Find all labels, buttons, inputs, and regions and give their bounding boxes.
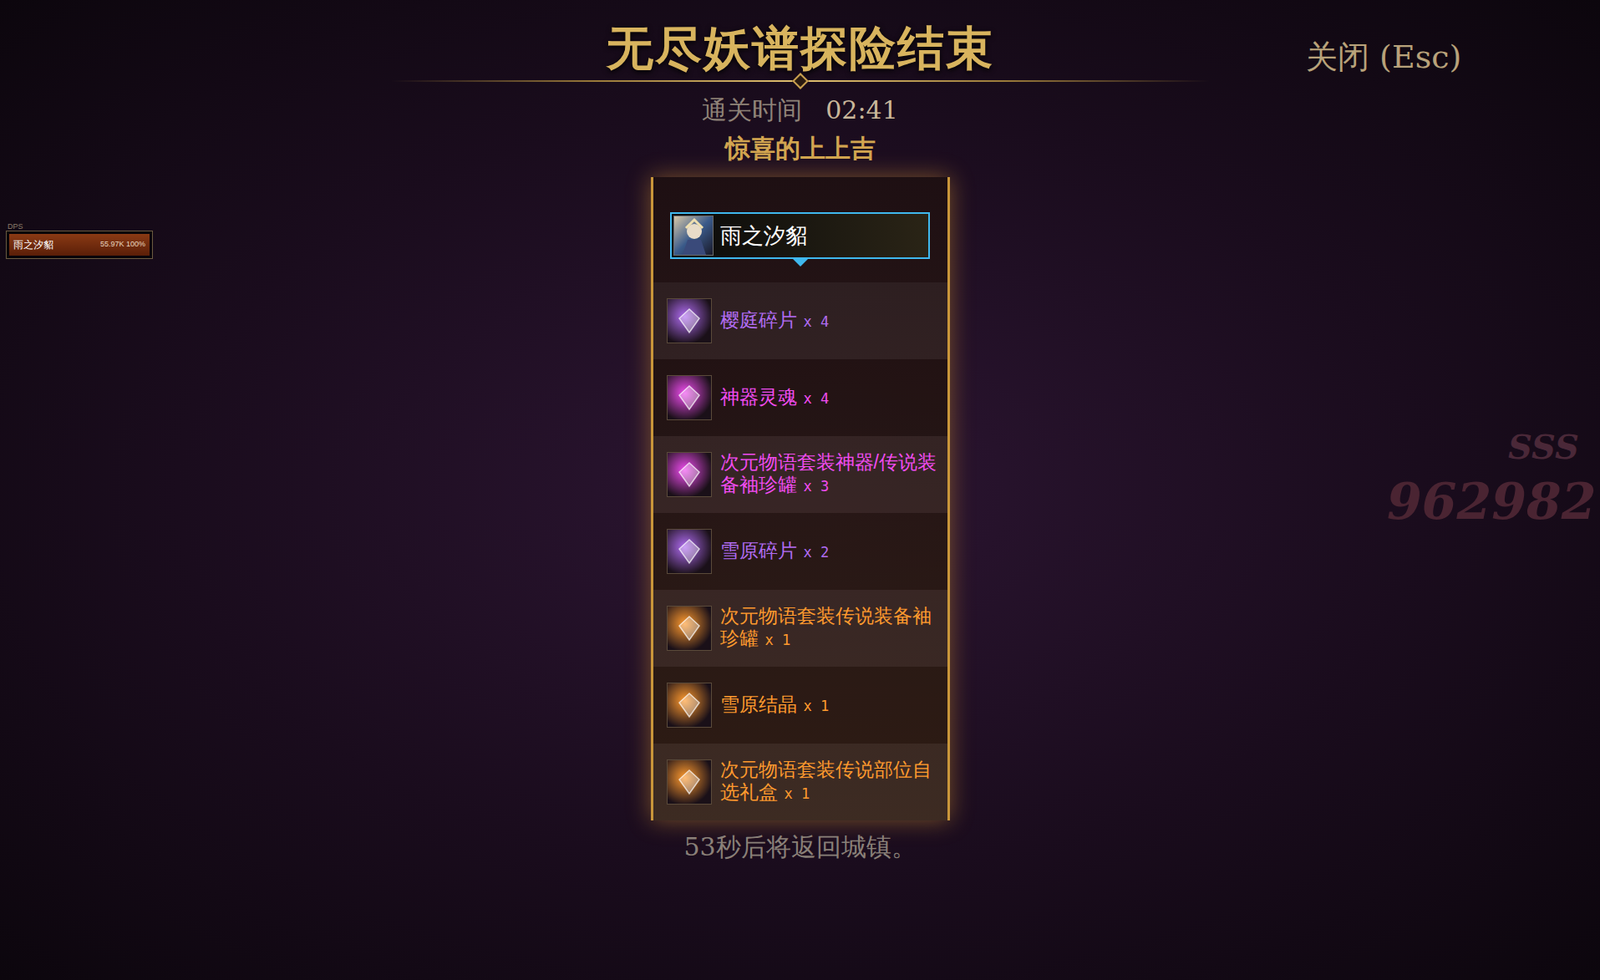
result-screen: SSS962982 DPS 雨之汐貂 55.97K 100% 关闭 (Esc) 无尽妖谱探…	[0, 0, 1600, 980]
background-score: 962982	[1386, 463, 1597, 539]
item-text: 雪原结晶 x 1	[720, 688, 830, 723]
item-text: 次元物语套装神器/传说装备袖珍罐x 3	[720, 446, 945, 503]
item-count: x 2	[803, 543, 830, 561]
reward-list: 樱庭碎片 x 4 神器灵魂 x 4 次元物语套装神器/传说装备袖珍罐x 3 雪原碎片 x 2…	[653, 282, 948, 821]
item-name: 神器灵魂	[720, 386, 798, 408]
clear-time-value: 02:41	[825, 93, 898, 127]
clear-time: 通关时间 02:41	[701, 93, 898, 127]
item-icon	[666, 298, 712, 344]
rating: 惊喜的上上吉	[725, 132, 876, 166]
item-count: x 4	[803, 313, 830, 331]
avatar-icon	[673, 215, 714, 256]
dps-label: DPS	[5, 222, 153, 231]
countdown: 53秒后将返回城镇。	[683, 830, 916, 864]
item-icon	[666, 452, 712, 498]
pointer-icon	[792, 258, 809, 267]
dps-name: 雨之汐貂	[13, 237, 54, 253]
result-dialog: 无尽妖谱探险结束通关时间 02:41 惊喜的上上吉雨之汐貂樱庭碎片 x 4 神器灵魂 x …	[0, 0, 1600, 864]
item-count: x 4	[803, 390, 830, 407]
dps-reading: 55.97K 100%	[100, 238, 146, 251]
item-icon	[666, 682, 712, 728]
background-rank: SSS	[1508, 421, 1580, 473]
player-card[interactable]: 雨之汐貂	[670, 212, 930, 260]
dialog-title: 无尽妖谱探险结束	[606, 20, 995, 76]
item-count: x 1	[784, 785, 811, 803]
item-text: 樱庭碎片 x 4	[720, 304, 830, 339]
item-icon	[666, 759, 712, 805]
item-text: 雪原碎片 x 2	[720, 534, 830, 569]
item-count: x 3	[803, 477, 830, 495]
item-count: x 1	[803, 697, 830, 715]
clear-time-label: 通关时间	[701, 93, 803, 127]
reward-row: 樱庭碎片 x 4	[653, 282, 948, 360]
player-name: 雨之汐貂	[720, 221, 808, 250]
item-icon	[666, 375, 712, 421]
item-name: 雪原碎片	[720, 539, 798, 562]
reward-row: 神器灵魂 x 4	[653, 359, 948, 437]
reward-panel: 雨之汐貂樱庭碎片 x 4 神器灵魂 x 4 次元物语套装神器/传说装备袖珍罐x 3 雪原碎…	[650, 177, 950, 821]
item-icon	[666, 528, 712, 574]
reward-row: 次元物语套装神器/传说装备袖珍罐x 3	[653, 436, 948, 514]
reward-row: 次元物语套装传说装备袖珍罐x 1	[653, 589, 948, 667]
item-text: 次元物语套装传说装备袖珍罐x 1	[720, 599, 945, 657]
reward-row: 雪原结晶 x 1	[653, 666, 948, 744]
item-name: 次元物语套装传说装备袖珍罐	[720, 604, 932, 650]
reward-row: 次元物语套装传说部位自选礼盒x 1	[653, 743, 948, 821]
dps-frame: 雨之汐貂 55.97K 100%	[5, 230, 153, 260]
item-name: 次元物语套装传说部位自选礼盒	[720, 758, 932, 803]
dps-row: 雨之汐貂 55.97K 100%	[9, 233, 150, 256]
item-name: 樱庭碎片	[720, 309, 798, 331]
dps-track: 雨之汐貂 55.97K 100%	[9, 233, 150, 256]
item-text: 神器灵魂 x 4	[720, 380, 830, 416]
close-button[interactable]: 关闭 (Esc)	[1305, 36, 1462, 77]
reward-row: 雪原碎片 x 2	[653, 513, 948, 590]
item-name: 雪原结晶	[720, 693, 798, 716]
divider-diamond-icon	[792, 72, 809, 90]
item-text: 次元物语套装传说部位自选礼盒x 1	[720, 753, 945, 811]
title-divider	[391, 75, 1210, 87]
item-icon	[666, 605, 712, 651]
item-count: x 1	[765, 631, 792, 649]
dps-meter: DPS 雨之汐貂 55.97K 100%	[5, 222, 153, 260]
